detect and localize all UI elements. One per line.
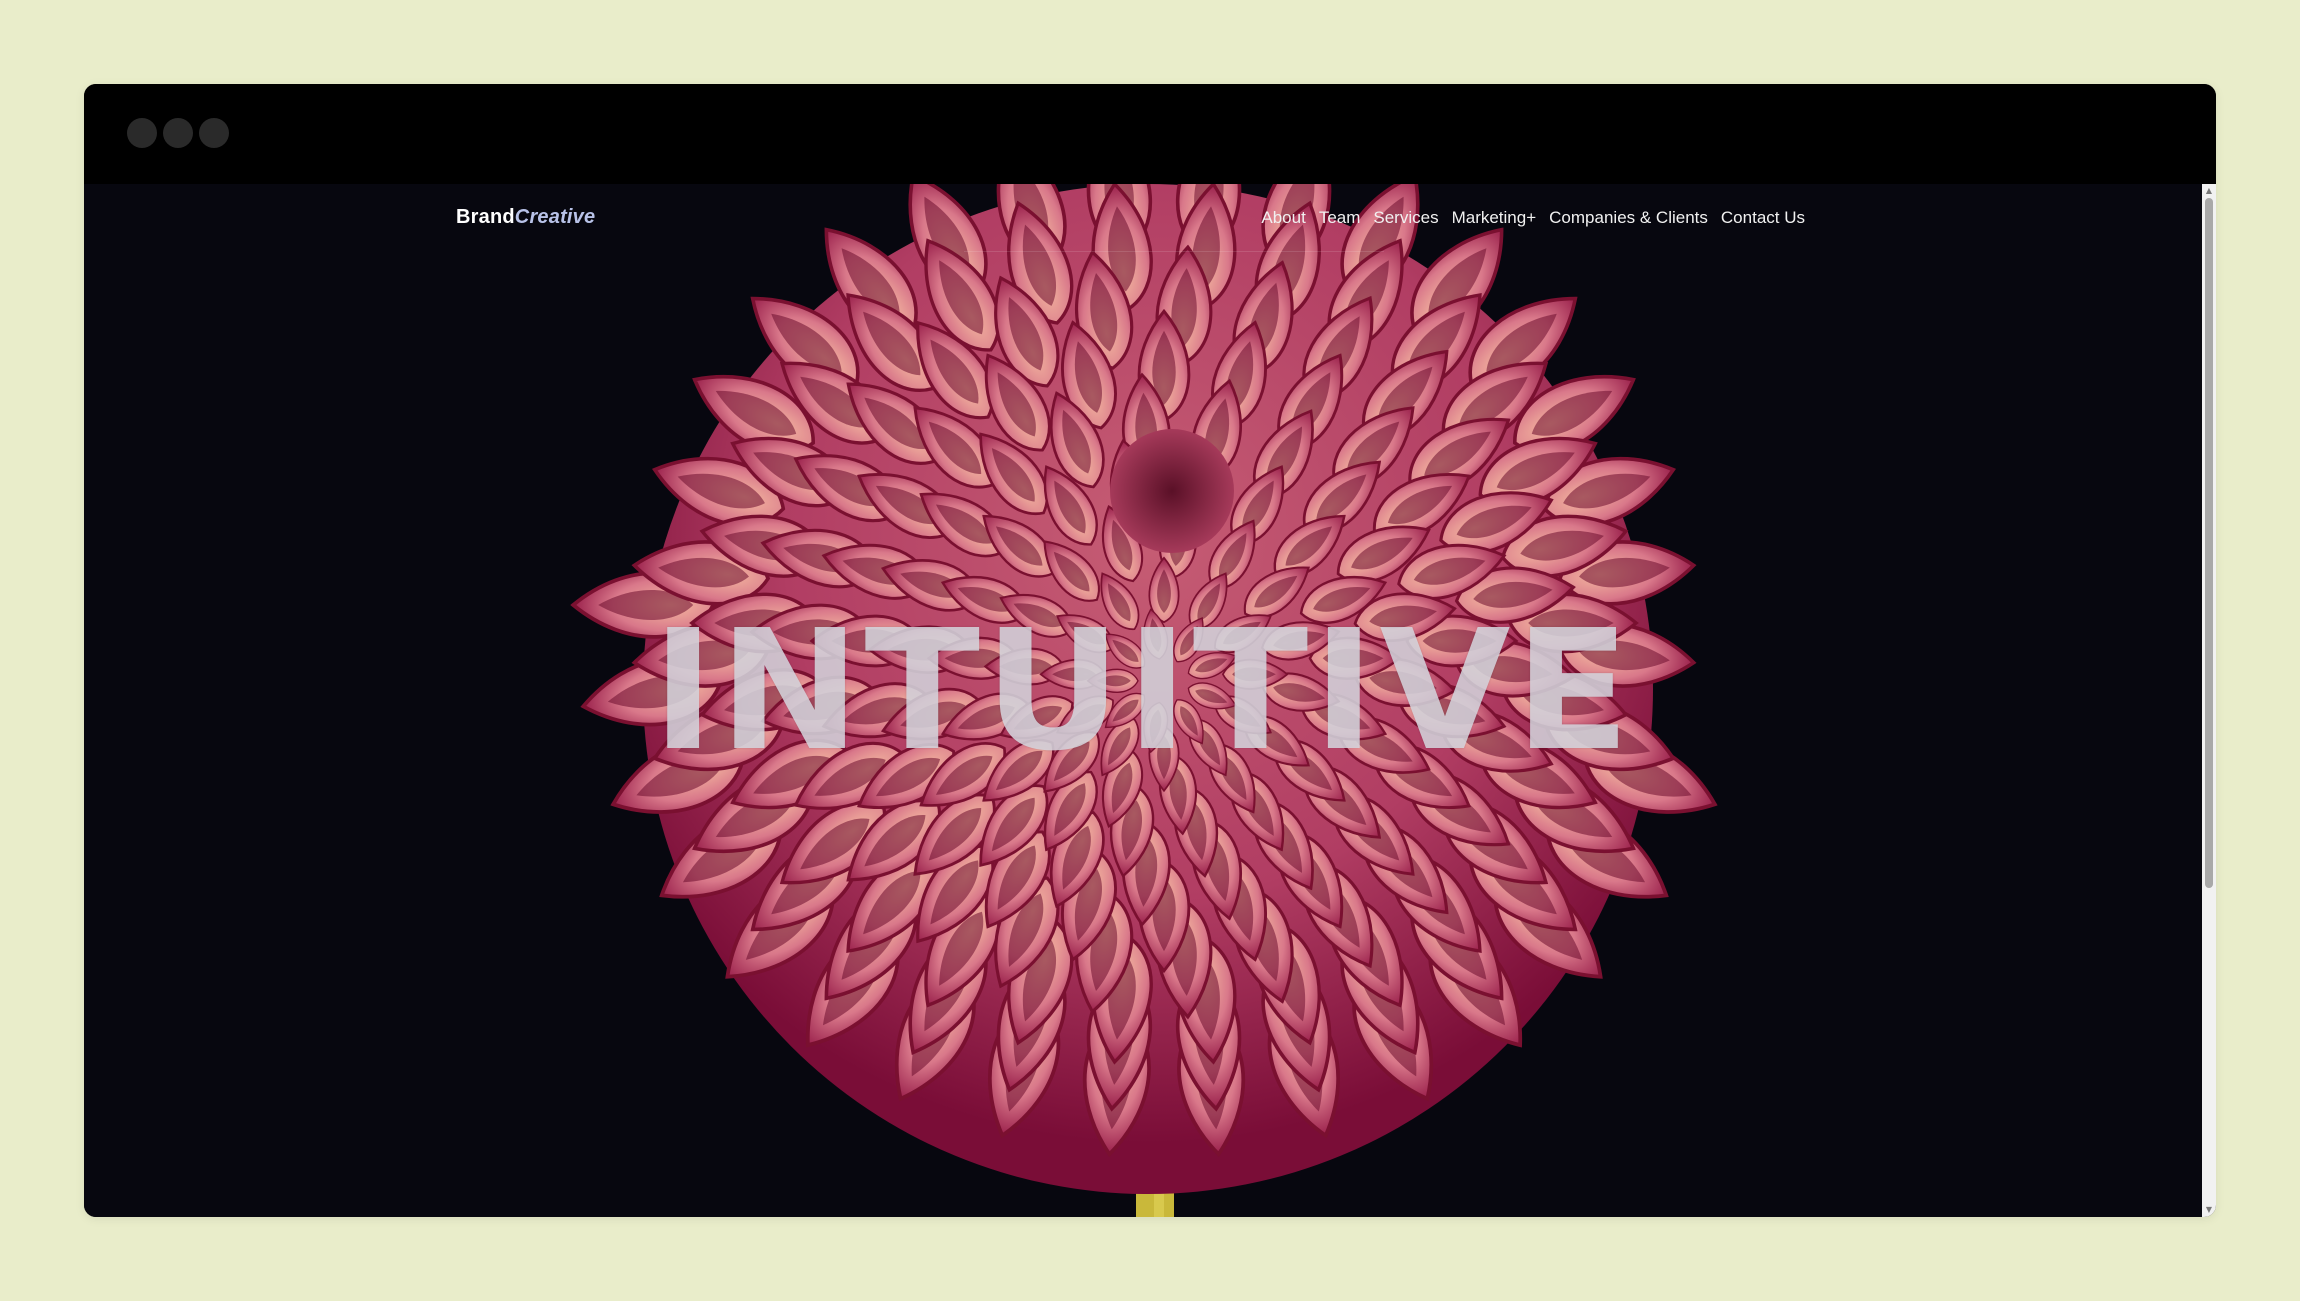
nav-link-companies-clients[interactable]: Companies & Clients [1549, 208, 1708, 228]
browser-window: BrandCreative About Team Services Market… [84, 84, 2216, 1217]
flower-center [1110, 429, 1234, 553]
top-navigation: BrandCreative About Team Services Market… [84, 184, 2202, 252]
nav-links: About Team Services Marketing+ Companies… [1261, 208, 1805, 228]
nav-link-services[interactable]: Services [1373, 208, 1438, 228]
hero-headline: INTUITIVE [651, 595, 1635, 788]
page-viewport: BrandCreative About Team Services Market… [84, 184, 2202, 1217]
window-controls [127, 118, 229, 148]
nav-link-about[interactable]: About [1261, 208, 1305, 228]
nav-link-team[interactable]: Team [1319, 208, 1361, 228]
title-bar [84, 84, 2216, 184]
minimize-dot[interactable] [163, 118, 193, 148]
nav-link-marketing[interactable]: Marketing+ [1452, 208, 1537, 228]
close-dot[interactable] [127, 118, 157, 148]
scroll-up-arrow-icon[interactable]: ▲ [2202, 184, 2216, 198]
brand-logo[interactable]: BrandCreative [456, 206, 595, 229]
maximize-dot[interactable] [199, 118, 229, 148]
scroll-down-arrow-icon[interactable]: ▼ [2202, 1203, 2216, 1217]
brand-name-main: Brand [456, 206, 515, 228]
scrollbar-thumb[interactable] [2205, 198, 2213, 888]
nav-divider [964, 251, 1384, 252]
vertical-scrollbar[interactable]: ▲ ▼ [2202, 184, 2216, 1217]
nav-link-contact-us[interactable]: Contact Us [1721, 208, 1805, 228]
brand-name-accent: Creative [514, 206, 596, 228]
